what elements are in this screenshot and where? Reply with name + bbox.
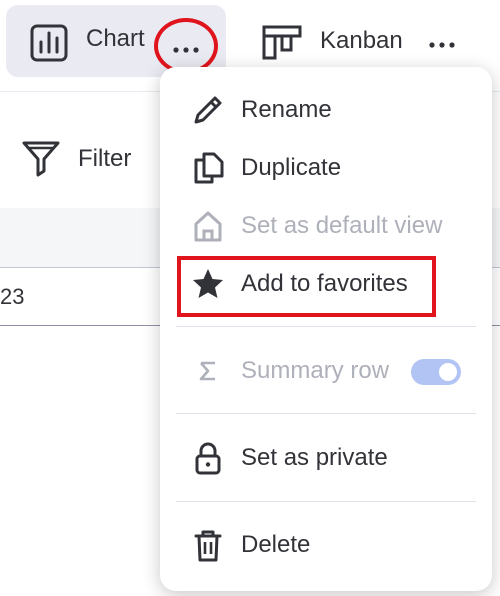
menu-separator bbox=[176, 326, 476, 327]
menu-item-set-default-view[interactable]: Set as default view bbox=[160, 197, 492, 255]
menu-item-label: Delete bbox=[241, 531, 311, 558]
pencil-icon bbox=[190, 92, 226, 128]
menu-item-set-as-private[interactable]: Set as private bbox=[160, 429, 492, 487]
menu-item-duplicate[interactable]: Duplicate bbox=[160, 139, 492, 197]
toggle-knob bbox=[439, 363, 457, 381]
filter-label: Filter bbox=[78, 145, 132, 172]
more-dots-icon bbox=[429, 42, 455, 48]
summary-row-toggle[interactable] bbox=[411, 359, 461, 385]
menu-item-label: Rename bbox=[241, 96, 332, 123]
menu-item-delete[interactable]: Delete bbox=[160, 516, 492, 574]
lock-icon bbox=[190, 440, 226, 476]
duplicate-icon bbox=[190, 150, 226, 186]
menu-item-rename[interactable]: Rename bbox=[160, 81, 492, 139]
filter-button[interactable]: Filter bbox=[20, 135, 160, 179]
tab-kanban-label: Kanban bbox=[320, 27, 403, 54]
kanban-more-button[interactable] bbox=[424, 27, 464, 63]
menu-item-label: Duplicate bbox=[241, 154, 342, 181]
menu-separator bbox=[176, 413, 476, 414]
sigma-icon bbox=[190, 353, 226, 389]
menu-item-label: Set as private bbox=[241, 444, 388, 471]
trash-icon bbox=[190, 527, 226, 563]
tab-chart-label: Chart bbox=[86, 25, 145, 52]
table-cell: 23 bbox=[0, 284, 25, 309]
favorites-highlight-box bbox=[177, 256, 436, 317]
chart-more-highlight-circle bbox=[154, 18, 218, 74]
view-options-menu: Rename Duplicate Set as default view Add… bbox=[160, 67, 492, 591]
filter-funnel-icon bbox=[20, 137, 62, 179]
home-icon bbox=[190, 208, 226, 244]
bar-chart-icon bbox=[30, 24, 68, 62]
menu-item-label: Summary row bbox=[241, 357, 390, 384]
menu-separator bbox=[176, 501, 476, 502]
menu-item-label: Set as default view bbox=[241, 212, 443, 239]
kanban-icon bbox=[262, 23, 302, 63]
